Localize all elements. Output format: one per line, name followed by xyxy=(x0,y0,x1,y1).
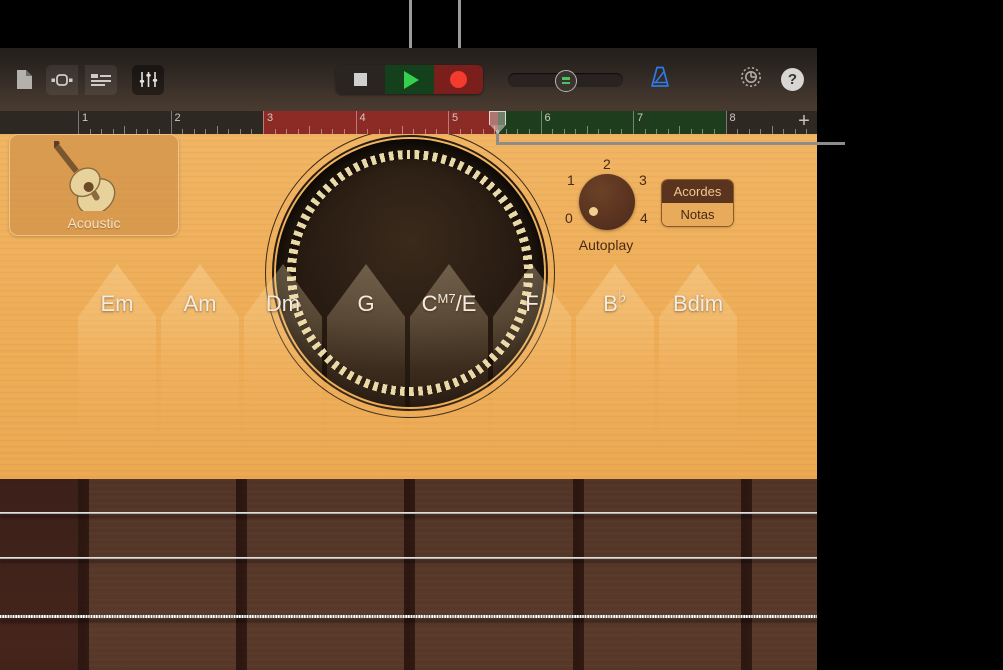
chord-button-shape xyxy=(78,264,156,670)
record-button[interactable] xyxy=(434,65,483,94)
chord-button-am[interactable]: Am xyxy=(161,264,239,670)
fretboard-nut-area xyxy=(0,479,78,670)
instrument-label: Acoustic xyxy=(67,215,121,231)
chord-label: Bdim xyxy=(672,291,724,316)
ruler-tick xyxy=(309,126,311,134)
callout-line-play xyxy=(409,0,412,48)
stop-button[interactable] xyxy=(336,65,385,94)
master-volume-slider[interactable] xyxy=(508,69,623,92)
chord-button-dm[interactable]: Dm xyxy=(244,264,322,670)
loop-browser-icon[interactable] xyxy=(46,64,78,95)
stop-icon xyxy=(354,73,367,86)
chord-button-cm7/e[interactable]: CM7/E xyxy=(410,264,488,670)
chord-label: Em xyxy=(100,291,134,316)
screenshot-stage: ? 1 2 3 4 5 6 7 8 + Acoustic 0 1 2 3 4 Autoplay… xyxy=(0,0,1003,670)
ruler-tick xyxy=(216,126,218,134)
record-icon xyxy=(450,71,467,88)
track-list-icon[interactable] xyxy=(85,64,117,95)
autoplay-pos-2[interactable]: 2 xyxy=(603,156,611,172)
chord-button-shape xyxy=(659,264,737,670)
add-section-button[interactable]: + xyxy=(795,111,813,131)
chord-label: F xyxy=(525,291,539,316)
chord-label: G xyxy=(357,291,375,316)
autoplay-control: 0 1 2 3 4 Autoplay xyxy=(556,147,656,253)
chord-label: Dm xyxy=(265,291,301,316)
chord-button-g[interactable]: G xyxy=(327,264,405,670)
chords-notes-switch: Acordes Notas xyxy=(661,179,734,227)
toolbar-left-group xyxy=(8,64,164,95)
ruler-bar-number: 7 xyxy=(637,112,644,124)
ruler-tick xyxy=(124,126,126,134)
ruler-tick xyxy=(679,126,681,134)
mode-option-acordes[interactable]: Acordes xyxy=(662,180,733,203)
ruler-bar-number: 8 xyxy=(729,112,736,124)
callout-line-record xyxy=(458,0,461,48)
settings-gear-icon[interactable] xyxy=(738,64,764,95)
callout-line-playhead xyxy=(496,142,845,145)
metronome-icon[interactable] xyxy=(648,65,672,94)
toolbar-right-group xyxy=(500,65,672,94)
chord-button-shape xyxy=(410,264,488,670)
instrument-selector-acoustic[interactable]: Acoustic xyxy=(9,134,179,236)
play-button[interactable] xyxy=(385,65,434,94)
autoplay-knob[interactable] xyxy=(579,174,635,230)
ruler-bar-number: 1 xyxy=(82,112,89,124)
autoplay-pos-4[interactable]: 4 xyxy=(640,210,648,226)
autoplay-knob-indicator xyxy=(588,207,598,217)
timeline-ruler[interactable]: 1 2 3 4 5 6 7 8 + xyxy=(0,111,817,134)
chord-strip: Em Am Dm G CM7/E F B♭ Bdim xyxy=(0,264,817,670)
help-button[interactable]: ? xyxy=(781,68,804,91)
chord-button-bb[interactable]: B♭ xyxy=(576,264,654,670)
fret-line xyxy=(741,479,752,670)
ruler-tick xyxy=(586,126,588,134)
autoplay-pos-0[interactable]: 0 xyxy=(565,210,573,226)
mixer-icon[interactable] xyxy=(132,64,164,95)
ruler-tick xyxy=(771,126,773,134)
chord-label: Am xyxy=(183,291,217,316)
transport-controls xyxy=(336,65,483,94)
autoplay-label: Autoplay xyxy=(578,237,634,253)
smart-guitar-body: Acoustic 0 1 2 3 4 Autoplay Acordes Nota… xyxy=(0,134,817,670)
chord-button-shape xyxy=(161,264,239,670)
ruler-segment xyxy=(263,111,515,134)
ruler-bar-number: 6 xyxy=(544,112,551,124)
chord-button-shape xyxy=(576,264,654,670)
transport-group xyxy=(336,65,483,94)
chord-button-em[interactable]: Em xyxy=(78,264,156,670)
ruler-bar-number: 4 xyxy=(359,112,366,124)
ruler-bar-number: 3 xyxy=(267,112,274,124)
chord-label: B♭ xyxy=(603,286,627,316)
document-icon[interactable] xyxy=(8,65,40,95)
play-icon xyxy=(403,70,419,89)
autoplay-pos-3[interactable]: 3 xyxy=(639,172,647,188)
chord-button-f[interactable]: F xyxy=(493,264,571,670)
mode-option-notas[interactable]: Notas xyxy=(662,203,733,226)
chord-label: CM7/E xyxy=(421,291,477,316)
toolbar: ? xyxy=(0,48,817,111)
playhead[interactable] xyxy=(489,111,507,134)
chord-button-shape xyxy=(327,264,405,670)
ruler-bar-number: 2 xyxy=(174,112,181,124)
ruler-bar-number: 5 xyxy=(452,112,459,124)
slider-knob[interactable] xyxy=(555,69,577,92)
ruler-tick xyxy=(401,126,403,134)
acoustic-guitar-icon xyxy=(54,141,116,211)
chord-button-shape xyxy=(493,264,571,670)
chord-button-shape xyxy=(244,264,322,670)
autoplay-pos-1[interactable]: 1 xyxy=(567,172,575,188)
chord-button-bdim[interactable]: Bdim xyxy=(659,264,737,670)
